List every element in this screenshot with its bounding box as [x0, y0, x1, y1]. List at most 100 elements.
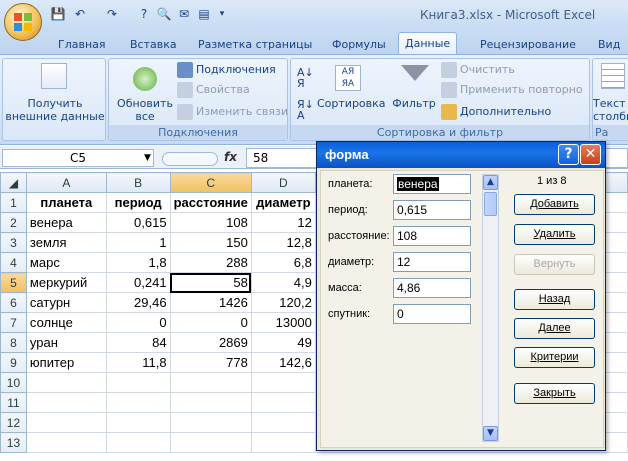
field-input-satellite[interactable]: 0 [393, 304, 471, 324]
cell-d1[interactable]: диаметр [250, 192, 316, 213]
cell[interactable] [169, 432, 252, 453]
form-icon[interactable]: ▤ [196, 6, 212, 22]
row-header[interactable]: 12 [0, 412, 27, 433]
qat-dropdown-icon[interactable]: ▾ [214, 6, 230, 22]
save-icon[interactable]: 💾 [50, 6, 66, 22]
cell[interactable]: 108 [169, 212, 252, 233]
sort-za-icon[interactable]: Я↓ A [297, 99, 314, 121]
reapply-button[interactable]: Применить повторно [441, 81, 583, 99]
cell[interactable]: меркурий [25, 272, 107, 293]
cell[interactable]: сатурн [25, 292, 107, 313]
cell[interactable]: 1426 [169, 292, 252, 313]
cell[interactable]: 150 [169, 232, 252, 253]
scroll-down-icon[interactable]: ▼ [483, 426, 498, 441]
scroll-thumb[interactable] [484, 192, 497, 216]
cell[interactable]: 84 [105, 332, 171, 353]
cell-c5-active[interactable]: 58 [169, 272, 252, 293]
advanced-button[interactable]: Дополнительно [441, 103, 551, 121]
row-header[interactable]: 7 [0, 312, 27, 333]
cell[interactable] [250, 432, 316, 453]
restore-button[interactable]: Вернуть [514, 254, 595, 275]
cell[interactable]: 0,615 [105, 212, 171, 233]
cell[interactable]: марс [25, 252, 107, 273]
cell[interactable]: земля [25, 232, 107, 253]
text-to-columns-button[interactable]: Текст по столбца [593, 97, 628, 123]
cell[interactable]: 11,8 [105, 352, 171, 373]
field-input-planet[interactable]: венера [393, 174, 471, 194]
close-button[interactable]: Закрыть [514, 383, 595, 404]
row-header[interactable]: 10 [0, 372, 27, 393]
cell[interactable]: 0 [169, 312, 252, 333]
col-header-a[interactable]: A [25, 172, 107, 193]
prev-button[interactable]: Назад [514, 289, 595, 310]
filter-button[interactable]: Фильтр [389, 97, 439, 110]
delete-button[interactable]: Удалить [514, 224, 595, 245]
cell[interactable]: 1 [105, 232, 171, 253]
cell[interactable]: 12,8 [250, 232, 316, 253]
email-icon[interactable]: ✉ [176, 6, 192, 22]
cell-c1[interactable]: расстояние [169, 192, 252, 213]
cell[interactable] [105, 412, 171, 433]
field-input-distance[interactable]: 108 [393, 226, 471, 246]
cell[interactable]: 6,8 [250, 252, 316, 273]
cell[interactable]: 2869 [169, 332, 252, 353]
row-header[interactable]: 1 [0, 192, 27, 213]
row-header[interactable]: 11 [0, 392, 27, 413]
cell-a1[interactable]: планета [25, 192, 107, 213]
tab-view[interactable]: Вид [592, 35, 626, 54]
scroll-up-icon[interactable]: ▲ [483, 175, 498, 190]
col-header-d[interactable]: D [250, 172, 316, 193]
field-input-period[interactable]: 0,615 [393, 200, 471, 220]
tab-insert[interactable]: Вставка [124, 35, 183, 54]
cell[interactable]: 12 [250, 212, 316, 233]
tab-formulas[interactable]: Формулы [326, 35, 392, 54]
row-header[interactable]: 13 [0, 432, 27, 453]
col-header-c[interactable]: C [169, 172, 252, 193]
clear-button[interactable]: Очистить [441, 61, 515, 79]
row-header[interactable]: 9 [0, 352, 27, 373]
cell[interactable] [25, 432, 107, 453]
refresh-all-button[interactable]: Обновить все [113, 97, 177, 123]
cell[interactable]: солнце [25, 312, 107, 333]
tab-review[interactable]: Рецензирование [474, 35, 582, 54]
cell[interactable] [169, 372, 252, 393]
cell[interactable]: 288 [169, 252, 252, 273]
cell[interactable] [25, 392, 107, 413]
cell[interactable] [250, 372, 316, 393]
name-box[interactable]: C5 [2, 149, 154, 167]
cell[interactable]: 49 [250, 332, 316, 353]
cell[interactable]: венера [25, 212, 107, 233]
cell[interactable] [105, 432, 171, 453]
print-preview-icon[interactable]: 🔍 [156, 6, 172, 22]
cell[interactable]: уран [25, 332, 107, 353]
office-button[interactable] [4, 3, 42, 41]
cell[interactable] [250, 392, 316, 413]
cell[interactable]: юпитер [25, 352, 107, 373]
col-header-b[interactable]: B [105, 172, 171, 193]
help-icon[interactable]: ? [558, 144, 579, 165]
properties-button[interactable]: Свойства [177, 81, 250, 99]
cell[interactable] [105, 392, 171, 413]
tab-page-layout[interactable]: Разметка страницы [192, 35, 318, 54]
cell[interactable] [25, 372, 107, 393]
cell[interactable]: 120,2 [250, 292, 316, 313]
formula-bar-resize-handle[interactable] [162, 152, 218, 166]
cell[interactable]: 13000 [250, 312, 316, 333]
tab-data[interactable]: Данные [398, 32, 458, 55]
row-header[interactable]: 6 [0, 292, 27, 313]
cell[interactable]: 1,8 [105, 252, 171, 273]
row-header[interactable]: 8 [0, 332, 27, 353]
sort-az-icon[interactable]: A↓ Я [297, 67, 314, 89]
cell[interactable]: 142,6 [250, 352, 316, 373]
cell[interactable] [169, 392, 252, 413]
cell[interactable] [169, 412, 252, 433]
cell[interactable]: 4,9 [250, 272, 316, 293]
tab-home[interactable]: Главная [52, 35, 112, 54]
select-all-corner[interactable]: ◢ [0, 172, 27, 193]
help-q-icon[interactable]: ? [136, 6, 152, 22]
cell[interactable]: 29,46 [105, 292, 171, 313]
name-box-dropdown-icon[interactable]: ▼ [144, 153, 151, 163]
close-icon[interactable]: ✕ [580, 144, 601, 165]
cell[interactable]: 778 [169, 352, 252, 373]
field-input-mass[interactable]: 4,86 [393, 278, 471, 298]
